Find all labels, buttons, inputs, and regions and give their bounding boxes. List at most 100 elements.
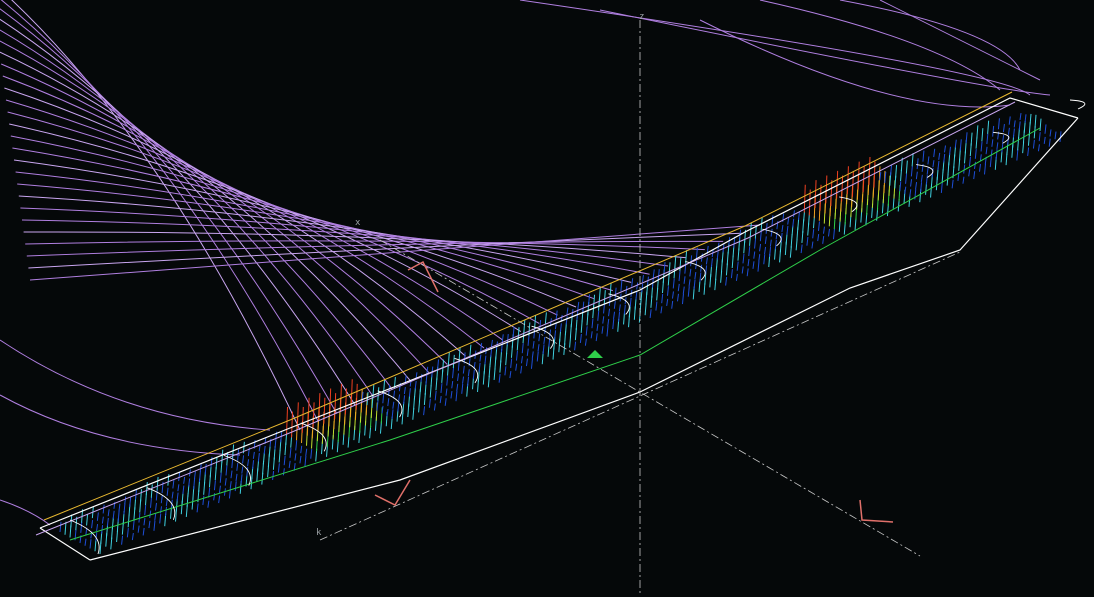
pressure-vector — [218, 485, 221, 494]
pressure-vector — [515, 363, 518, 371]
pressure-vector — [117, 510, 120, 522]
rib-line — [1069, 99, 1086, 110]
pressure-vector — [532, 341, 535, 349]
pressure-vector — [145, 482, 148, 496]
axes-group — [319, 20, 961, 593]
pressure-vector — [509, 371, 512, 379]
pressure-vector — [181, 492, 184, 505]
wing-scene[interactable] — [0, 0, 1094, 593]
pressure-vector — [962, 176, 965, 184]
pressure-vector — [618, 304, 621, 312]
pressure-vector — [1019, 113, 1022, 121]
pressure-vector — [515, 350, 518, 361]
pressure-vector — [909, 189, 912, 197]
pressure-vector — [498, 373, 501, 383]
pressure-vector — [640, 290, 643, 303]
pressure-vector — [543, 336, 546, 345]
pressure-vector — [525, 358, 528, 367]
pressure-vector — [1024, 114, 1027, 123]
pressure-vector — [597, 310, 600, 321]
pressure-vector — [495, 341, 498, 350]
pressure-vector — [261, 472, 264, 485]
leading-edge-outline — [39, 97, 1079, 529]
pressure-vector — [156, 476, 159, 491]
pressure-vector — [196, 503, 199, 513]
pressure-vector — [1039, 118, 1042, 132]
view-triad-icon — [407, 260, 439, 293]
pressure-vector — [688, 279, 691, 287]
pressure-vector — [1023, 121, 1026, 133]
pressure-vector — [1022, 141, 1025, 154]
x-axis-label: x — [355, 218, 361, 228]
pressure-vector — [974, 149, 977, 159]
pressure-vector — [569, 335, 572, 348]
pressure-vector — [904, 186, 907, 194]
pressure-vector — [577, 301, 580, 310]
pressure-vector — [857, 161, 860, 190]
pressure-vector — [682, 286, 685, 294]
pressure-vector — [154, 513, 157, 521]
pressure-vector — [1012, 128, 1015, 138]
pressure-vector — [472, 369, 475, 380]
pressure-vector — [153, 520, 156, 531]
pressure-vector — [787, 217, 790, 225]
pressure-vector — [440, 383, 443, 394]
pressure-vector — [905, 173, 908, 184]
pressure-vector — [758, 254, 761, 262]
pressure-vector — [458, 347, 461, 361]
pressure-vector — [165, 506, 168, 517]
pressure-vector — [84, 538, 87, 546]
pressure-vector — [1008, 116, 1011, 125]
pressure-vector — [403, 387, 406, 395]
pressure-vector — [490, 348, 493, 358]
pressure-vector — [183, 476, 186, 484]
pressure-vector — [579, 333, 582, 343]
pressure-vector — [792, 210, 795, 218]
pressure-vector — [1032, 139, 1035, 149]
pressure-vector — [484, 355, 487, 365]
pressure-vector — [926, 167, 929, 175]
pressure-vector — [752, 261, 755, 269]
pressure-vector — [933, 148, 936, 158]
pressure-vector — [300, 445, 303, 454]
pressure-vector — [679, 257, 682, 271]
pressure-vector — [96, 524, 99, 532]
graphics-viewport[interactable]: z x k — [0, 0, 1094, 593]
pressure-vector — [334, 393, 337, 420]
pressure-vector — [655, 301, 658, 311]
pressure-vector — [277, 463, 280, 473]
pressure-vector — [657, 269, 660, 281]
pressure-vector — [521, 343, 524, 354]
pressure-vector — [165, 498, 168, 507]
pressure-vector — [1016, 149, 1019, 161]
pressure-vector — [602, 316, 605, 324]
pressure-vector — [915, 181, 918, 190]
pressure-vector — [160, 495, 163, 504]
pressure-vector — [978, 163, 981, 172]
pressure-vector — [142, 527, 145, 536]
pressure-vector — [118, 503, 121, 512]
pressure-vector — [1043, 136, 1046, 144]
pressure-vector — [312, 402, 315, 429]
streamline — [29, 224, 761, 281]
pressure-vector — [789, 246, 792, 258]
pressure-vector — [769, 247, 772, 257]
pressure-vector — [150, 497, 153, 508]
pressure-vector — [595, 333, 598, 342]
pressure-vector — [705, 257, 708, 265]
pressure-vector — [452, 354, 455, 369]
pressure-vector — [559, 323, 562, 332]
pressure-vector — [797, 218, 800, 231]
pressure-vector — [86, 514, 89, 526]
pressure-vector — [288, 460, 291, 468]
pressure-vector — [806, 236, 809, 246]
pressure-vector — [646, 283, 649, 295]
pressure-vector — [613, 301, 616, 309]
pressure-vector — [792, 218, 795, 228]
pressure-vector — [219, 472, 222, 483]
pressure-vector — [681, 293, 684, 305]
pressure-vector — [455, 390, 458, 402]
rib-line — [916, 164, 934, 178]
pressure-vector — [582, 301, 585, 313]
pressure-vector — [676, 293, 679, 302]
